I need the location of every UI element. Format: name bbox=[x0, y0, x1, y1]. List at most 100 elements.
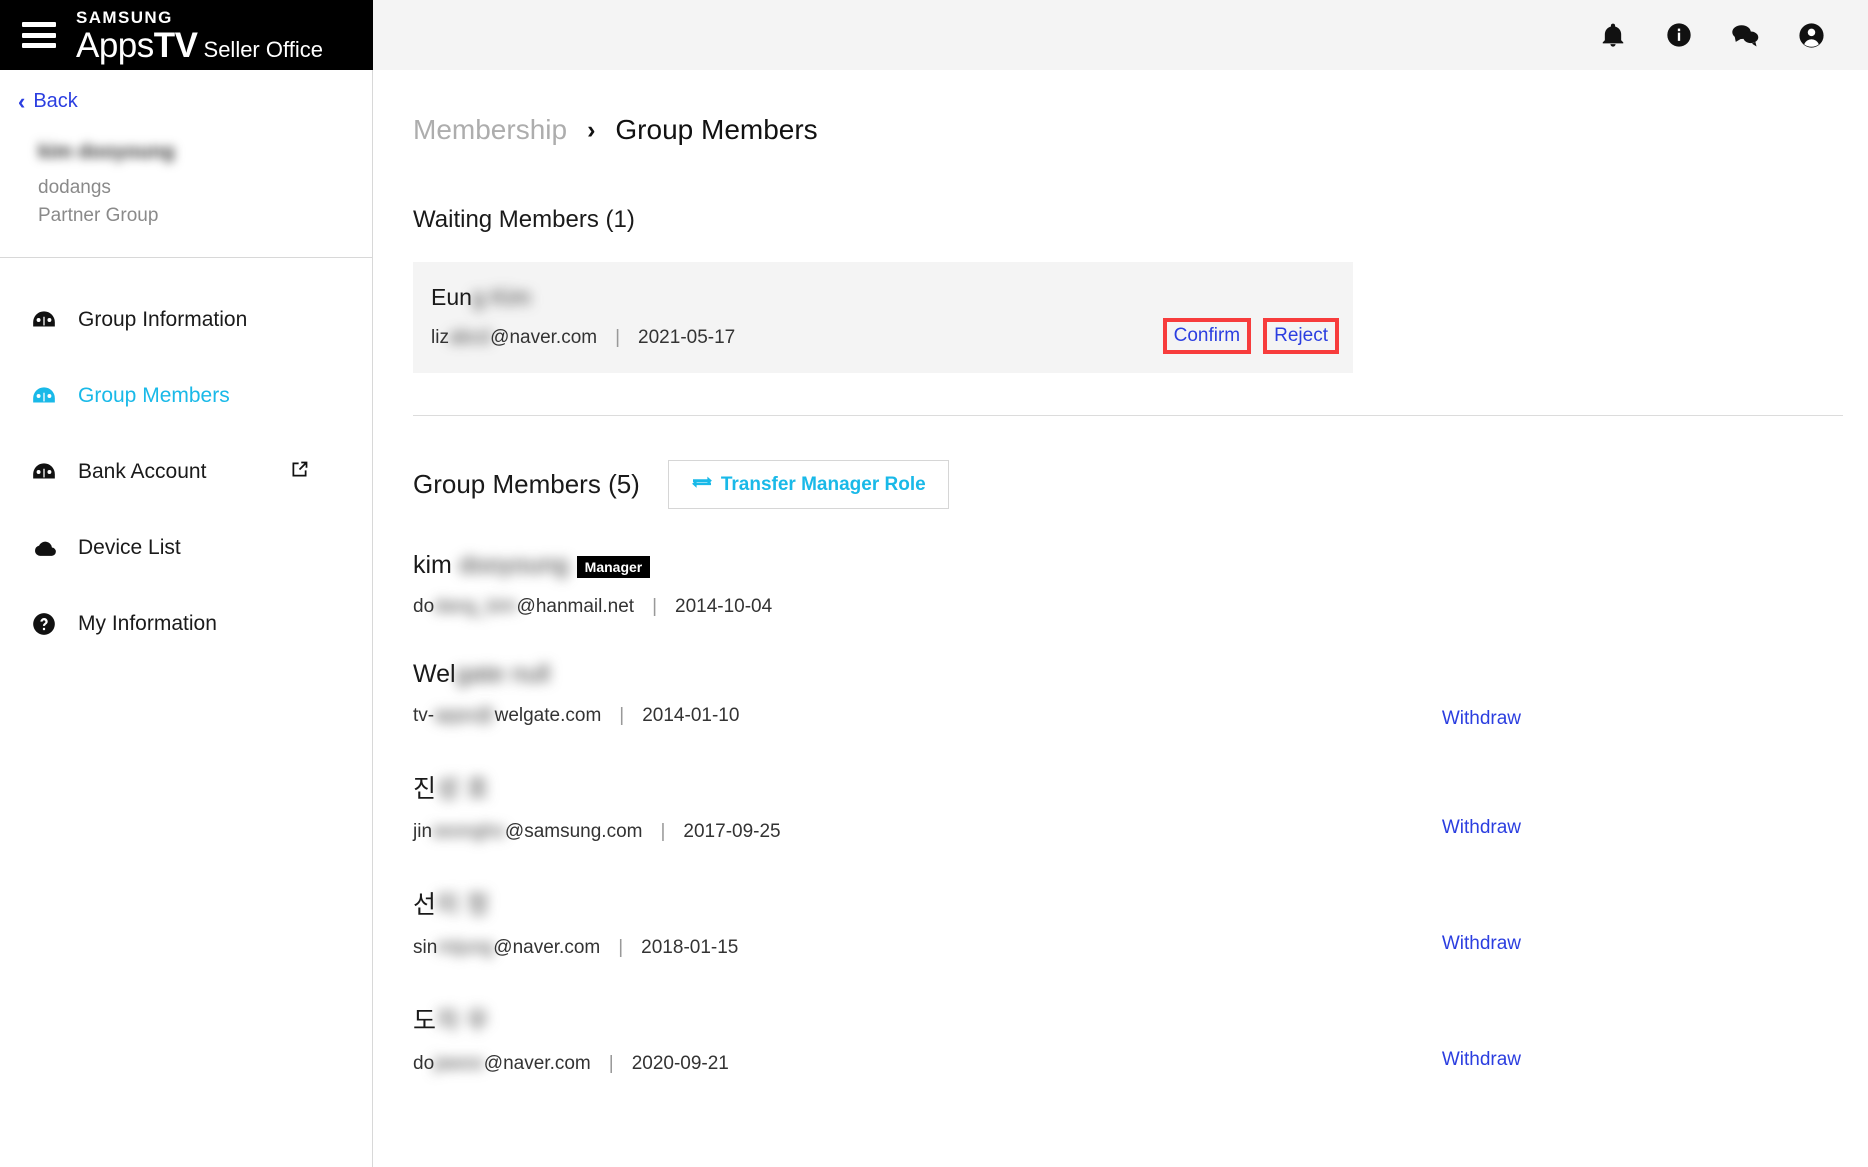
bell-icon[interactable] bbox=[1598, 20, 1628, 50]
member-email-visible: jin bbox=[413, 821, 433, 842]
sidebar-item-group-information[interactable]: Group Information bbox=[0, 282, 372, 358]
confirm-button[interactable]: Confirm bbox=[1174, 325, 1241, 346]
member-name: 선 미 정 bbox=[413, 885, 1843, 921]
group-members-header: Group Members (5) Transfer Manager Role bbox=[413, 460, 1868, 509]
logo-tv-text: TV bbox=[153, 26, 198, 65]
member-name-visible: kim bbox=[413, 551, 452, 579]
meta-separator: | bbox=[618, 937, 624, 958]
meta-separator: | bbox=[615, 327, 621, 348]
info-circle-icon[interactable] bbox=[1664, 20, 1694, 50]
dashboard-icon bbox=[28, 307, 60, 333]
withdraw-button[interactable]: Withdraw bbox=[1442, 933, 1521, 955]
waiting-member-date: 2021-05-17 bbox=[638, 327, 736, 348]
meta-separator: | bbox=[652, 596, 657, 617]
back-button[interactable]: ‹ Back bbox=[0, 70, 372, 113]
member-date: 2017-09-25 bbox=[683, 821, 781, 842]
sidebar-profile: kim dooyoung dodangs Partner Group bbox=[0, 113, 372, 259]
waiting-member-email-visible: liz bbox=[431, 327, 449, 348]
sidebar-item-bank-account[interactable]: Bank Account bbox=[0, 434, 372, 510]
member-email-blurred: dang_kim bbox=[434, 596, 517, 617]
withdraw-button[interactable]: Withdraw bbox=[1442, 1049, 1521, 1071]
sidebar-item-label: Group Information bbox=[78, 308, 248, 332]
member-row: Wel gate null tv- apps@ welgate.com | 20… bbox=[413, 660, 1843, 730]
member-email-blurred: jawoo bbox=[434, 1053, 484, 1074]
manager-badge: Manager bbox=[576, 555, 651, 578]
breadcrumb-current: Group Members bbox=[615, 114, 818, 145]
profile-name: kim dooyoung bbox=[38, 141, 175, 163]
waiting-member-name: Eun g Kim bbox=[431, 284, 1327, 311]
cloud-icon bbox=[28, 535, 60, 562]
member-email-visible: tv- bbox=[413, 705, 435, 726]
top-bar-icons bbox=[1598, 20, 1868, 50]
member-name: 도 자 우 bbox=[413, 1001, 1843, 1037]
member-date: 2020-09-21 bbox=[631, 1053, 729, 1074]
sidebar-nav: Group Information Group Members Bank Acc… bbox=[0, 258, 372, 662]
member-email-visible: do bbox=[413, 1053, 435, 1074]
member-name-visible: Wel bbox=[413, 660, 456, 688]
hamburger-menu-icon[interactable] bbox=[22, 22, 56, 48]
external-link-icon[interactable] bbox=[289, 459, 310, 485]
member-name-blurred: 미 정 bbox=[436, 891, 489, 919]
waiting-member-actions: Confirm Reject bbox=[1162, 318, 1339, 354]
waiting-member-card: Eun g Kim liz abcd @naver.com | 2021-05-… bbox=[413, 262, 1353, 373]
member-email-domain: welgate.com bbox=[494, 705, 602, 726]
member-email-blurred: mijung bbox=[437, 937, 494, 958]
withdraw-button[interactable]: Withdraw bbox=[1442, 708, 1521, 730]
member-meta: do jawoo @naver.com | 2020-09-21 bbox=[413, 1053, 1843, 1075]
brand-block: SAMSUNG Apps TV Seller Office bbox=[0, 0, 373, 70]
logo-samsung-text: SAMSUNG bbox=[76, 8, 173, 27]
chevron-left-icon: ‹ bbox=[18, 88, 26, 114]
sidebar-item-group-members[interactable]: Group Members bbox=[0, 358, 372, 434]
app-logo: SAMSUNG Apps TV Seller Office bbox=[76, 7, 323, 63]
withdraw-button[interactable]: Withdraw bbox=[1442, 817, 1521, 839]
member-email-visible: sin bbox=[413, 937, 438, 958]
reject-highlight: Reject bbox=[1263, 318, 1339, 354]
breadcrumb: Membership › Group Members bbox=[413, 114, 1868, 146]
sidebar-item-device-list[interactable]: Device List bbox=[0, 510, 372, 586]
sidebar-item-label: Group Members bbox=[78, 384, 230, 408]
reject-button[interactable]: Reject bbox=[1274, 325, 1328, 346]
sidebar-item-my-information[interactable]: My Information bbox=[0, 586, 372, 662]
member-name: 진 성 호 bbox=[413, 769, 1843, 805]
logo-apps-text: Apps bbox=[76, 26, 154, 65]
member-name-visible: 도 bbox=[413, 1007, 437, 1035]
main-content: Membership › Group Members Waiting Membe… bbox=[373, 70, 1868, 1167]
member-name-blurred: gate null bbox=[455, 660, 551, 688]
meta-separator: | bbox=[619, 705, 625, 726]
waiting-members-title: Waiting Members (1) bbox=[413, 206, 635, 233]
logo-seller-office-text: Seller Office bbox=[203, 37, 323, 62]
group-members-title: Group Members (5) bbox=[413, 469, 640, 499]
member-email-visible: do bbox=[413, 596, 435, 617]
member-date: 2014-01-10 bbox=[642, 705, 740, 726]
member-meta: do dang_kim @hanmail.net | 2014-10-04 bbox=[413, 596, 1843, 618]
swap-horizontal-icon bbox=[691, 473, 713, 496]
chat-icon[interactable] bbox=[1730, 20, 1760, 50]
member-name-blurred: 자 우 bbox=[436, 1007, 489, 1035]
section-divider bbox=[413, 415, 1843, 416]
member-email-domain: @naver.com bbox=[493, 937, 601, 958]
waiting-member-email-blurred: abcd bbox=[448, 327, 491, 348]
meta-separator: | bbox=[608, 1053, 614, 1074]
member-date: 2014-10-04 bbox=[675, 596, 773, 617]
app-root: SAMSUNG Apps TV Seller Office ‹ Back kim… bbox=[0, 0, 1868, 1167]
confirm-highlight: Confirm bbox=[1162, 318, 1252, 354]
dashboard-icon bbox=[28, 383, 60, 409]
member-email-domain: @naver.com bbox=[483, 1053, 591, 1074]
profile-account: dodangs bbox=[38, 177, 111, 198]
waiting-member-email-domain: @naver.com bbox=[490, 327, 598, 348]
member-name-blurred: dooyoung bbox=[458, 551, 569, 579]
breadcrumb-parent[interactable]: Membership bbox=[413, 114, 567, 146]
back-label: Back bbox=[33, 90, 78, 112]
profile-group-type: Partner Group bbox=[38, 204, 159, 226]
account-circle-icon[interactable] bbox=[1796, 20, 1826, 50]
member-email-blurred: apps@ bbox=[434, 705, 495, 726]
dashboard-icon bbox=[28, 459, 60, 485]
member-date: 2018-01-15 bbox=[641, 937, 739, 958]
member-meta: tv- apps@ welgate.com | 2014-01-10 bbox=[413, 705, 1843, 727]
member-name-visible: 진 bbox=[413, 775, 437, 803]
member-meta: sin mijung @naver.com | 2018-01-15 bbox=[413, 937, 1843, 959]
sidebar-item-label: My Information bbox=[78, 612, 217, 636]
transfer-manager-role-button[interactable]: Transfer Manager Role bbox=[667, 460, 949, 509]
member-name-visible: 선 bbox=[413, 891, 437, 919]
member-row: 진 성 호 jin seongho @samsung.com | 2017-09… bbox=[413, 769, 1843, 843]
